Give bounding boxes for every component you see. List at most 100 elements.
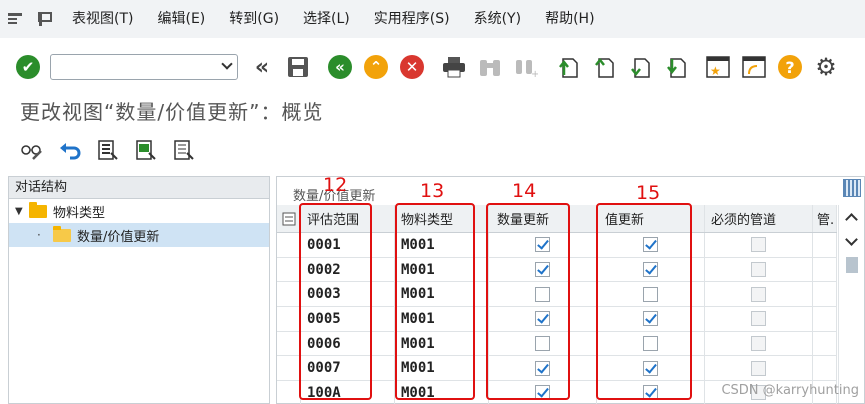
required-pipeline-checkbox[interactable] [751,237,766,253]
required-pipeline-checkbox[interactable] [751,360,766,376]
first-page-button[interactable] [554,53,582,81]
exit-icon: ⌃ [364,55,388,79]
row-selector[interactable] [277,381,301,404]
menu-goto[interactable]: 转到(G) [217,0,291,38]
menu-utilities[interactable]: 实用程序(S) [362,0,462,38]
select-all-rows-icon[interactable] [277,205,301,232]
application-toolbar [18,136,208,166]
cancel-icon: ✕ [400,55,424,79]
cell-pipeline-truncated [813,257,837,282]
cell-pipeline-truncated [813,307,837,331]
tree-node-quantity-value-update[interactable]: · 数量/价值更新 [9,223,269,247]
select-all-button[interactable] [94,137,122,165]
caret-down-icon[interactable]: ▼ [15,206,29,217]
row-selector[interactable] [277,356,301,381]
tree-header: 对话结构 [9,177,269,199]
column-header-pipeline-truncated[interactable]: 管. [813,205,837,232]
back-button[interactable]: « [326,53,354,81]
required-pipeline-checkbox[interactable] [751,262,766,278]
cell-required-pipeline [705,307,813,331]
menu-select[interactable]: 选择(L) [291,0,362,38]
annotation-box-valuation-area [299,203,372,400]
cell-required-pipeline [705,233,813,257]
cell-pipeline-truncated [813,356,837,381]
menu-bar: 表视图(T) 编辑(E) 转到(G) 选择(L) 实用程序(S) 系统(Y) 帮… [0,0,865,38]
find-next-button[interactable]: + [512,53,540,81]
layout-menu-icon[interactable] [30,0,60,38]
binoculars-icon [480,60,500,76]
scroll-down-icon[interactable] [845,233,858,246]
select-block-button[interactable] [132,137,160,165]
next-page-button[interactable] [626,53,654,81]
scroll-thumb[interactable] [846,257,858,273]
row-selector[interactable] [277,233,301,257]
find-button[interactable] [476,53,504,81]
svg-text:+: + [531,69,538,78]
folder-icon [29,201,47,218]
cell-required-pipeline [705,257,813,282]
command-field[interactable] [50,54,238,80]
help-button[interactable]: ? [776,53,804,81]
double-chevron-left-icon: « [254,54,270,80]
first-page-icon [559,58,578,78]
save-button[interactable] [284,53,312,81]
tree-node-label: 物料类型 [53,205,106,221]
system-menu-icon[interactable] [0,0,30,38]
previous-page-icon [595,57,614,78]
annotation-box-quantity-update [486,203,570,400]
gear-icon: ⚙ [815,53,837,81]
annotation-number: 14 [512,180,537,202]
annotation-number: 15 [636,182,661,204]
menu-edit[interactable]: 编辑(E) [145,0,217,38]
cancel-button[interactable]: ✕ [398,53,426,81]
open-folder-icon [53,225,71,242]
previous-page-button[interactable] [590,53,618,81]
tree-node-label: 数量/价值更新 [77,229,160,245]
print-button[interactable] [440,53,468,81]
row-selector[interactable] [277,331,301,356]
shortcut-button[interactable] [740,53,768,81]
tree-node-material-type[interactable]: ▼ 物料类型 [9,199,269,223]
menu-system[interactable]: 系统(Y) [462,0,533,38]
bullet-icon: · [37,228,41,242]
row-selector[interactable] [277,282,301,307]
question-icon: ? [778,55,802,79]
deselect-all-button[interactable] [170,137,198,165]
window-star-icon: ★ [706,56,730,78]
cell-required-pipeline [705,331,813,356]
enter-button[interactable]: ✔ [14,53,42,81]
scroll-up-icon[interactable] [845,213,858,226]
print-icon [443,57,465,78]
cell-pipeline-truncated [813,233,837,257]
standard-toolbar: ✔ « « ⌃ ✕ + ★ ? ⚙ [0,44,865,90]
menu-help[interactable]: 帮助(H) [533,0,606,38]
binoculars-plus-icon: + [516,60,538,78]
annotation-number: 13 [420,180,445,202]
select-all-icon [98,140,118,160]
undo-button[interactable] [56,137,84,165]
exit-button[interactable]: ⌃ [362,53,390,81]
collapse-toolbar-button[interactable]: « [248,53,276,81]
annotation-box-material-type [395,203,475,400]
table-settings-icon[interactable] [843,179,861,197]
menu-table-view[interactable]: 表视图(T) [60,0,145,38]
column-header-required-pipeline[interactable]: 必须的管道 [705,205,813,232]
create-session-button[interactable]: ★ [704,53,732,81]
vertical-scrollbar[interactable] [838,179,864,403]
window-shortcut-icon [742,56,766,78]
page-title: 更改视图“数量/价值更新”：概览 [20,100,324,124]
row-selector[interactable] [277,257,301,282]
required-pipeline-checkbox[interactable] [751,311,766,327]
required-pipeline-checkbox[interactable] [751,286,766,302]
dialog-structure-tree: 对话结构 ▼ 物料类型 · 数量/价值更新 [8,176,270,404]
required-pipeline-checkbox[interactable] [751,336,766,352]
deselect-all-icon [174,140,194,160]
row-selector[interactable] [277,307,301,331]
next-page-icon [631,58,650,78]
chevron-down-icon[interactable] [221,58,233,70]
save-icon [288,57,308,77]
back-icon: « [328,55,352,79]
display-change-button[interactable] [18,137,46,165]
customize-layout-button[interactable]: ⚙ [812,53,840,81]
last-page-button[interactable] [662,53,690,81]
